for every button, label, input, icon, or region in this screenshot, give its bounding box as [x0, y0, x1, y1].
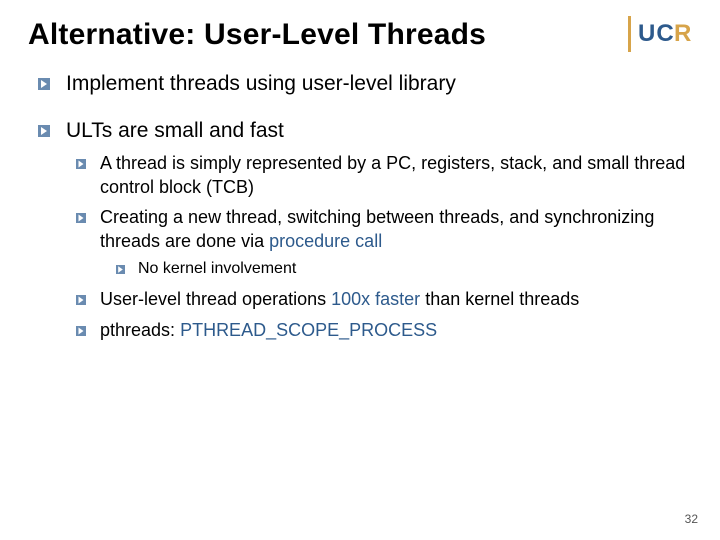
text-highlight: procedure call: [269, 231, 382, 251]
chevron-right-icon: [76, 326, 86, 336]
text-plain: than kernel threads: [420, 289, 579, 309]
subsub-no-kernel: No kernel involvement: [116, 258, 692, 280]
logo-r: R: [674, 20, 691, 48]
sub-tcb: A thread is simply represented by a PC, …: [76, 151, 692, 200]
text-highlight: PTHREAD_SCOPE_PROCESS: [180, 320, 437, 340]
bullet-text: User-level thread operations 100x faster…: [100, 289, 579, 309]
text-plain: pthreads:: [100, 320, 180, 340]
sublist: A thread is simply represented by a PC, …: [66, 151, 692, 342]
logo-bar: [628, 16, 631, 52]
bullet-text: ULTs are small and fast: [66, 119, 284, 142]
sub-pthreads: pthreads: PTHREAD_SCOPE_PROCESS: [76, 318, 692, 342]
chevron-right-icon: [76, 213, 86, 223]
logo-uc: UC: [638, 20, 675, 48]
chevron-right-icon: [38, 125, 50, 137]
chevron-right-icon: [38, 78, 50, 90]
text-highlight: 100x faster: [331, 289, 420, 309]
bullet-text: Implement threads using user-level libra…: [66, 72, 456, 95]
ucr-logo: UC R: [626, 12, 698, 56]
sub-procedure-call: Creating a new thread, switching between…: [76, 205, 692, 279]
bullet-text: pthreads: PTHREAD_SCOPE_PROCESS: [100, 320, 437, 340]
bullet-text: Creating a new thread, switching between…: [100, 207, 659, 251]
text-plain: User-level thread operations: [100, 289, 331, 309]
chevron-right-icon: [116, 265, 125, 274]
slide: UC R Alternative: User-Level Threads Imp…: [0, 0, 720, 540]
page-title: Alternative: User-Level Threads: [28, 18, 692, 52]
bullet-text: A thread is simply represented by a PC, …: [100, 153, 685, 197]
chevron-right-icon: [76, 295, 86, 305]
bullet-list: Implement threads using user-level libra…: [28, 70, 692, 342]
page-number: 32: [685, 512, 698, 526]
bullet-text: No kernel involvement: [138, 260, 296, 277]
bullet-implement: Implement threads using user-level libra…: [38, 70, 692, 97]
sub-100x-faster: User-level thread operations 100x faster…: [76, 287, 692, 311]
chevron-right-icon: [76, 159, 86, 169]
subsublist: No kernel involvement: [100, 258, 692, 280]
bullet-ults: ULTs are small and fast A thread is simp…: [38, 117, 692, 342]
